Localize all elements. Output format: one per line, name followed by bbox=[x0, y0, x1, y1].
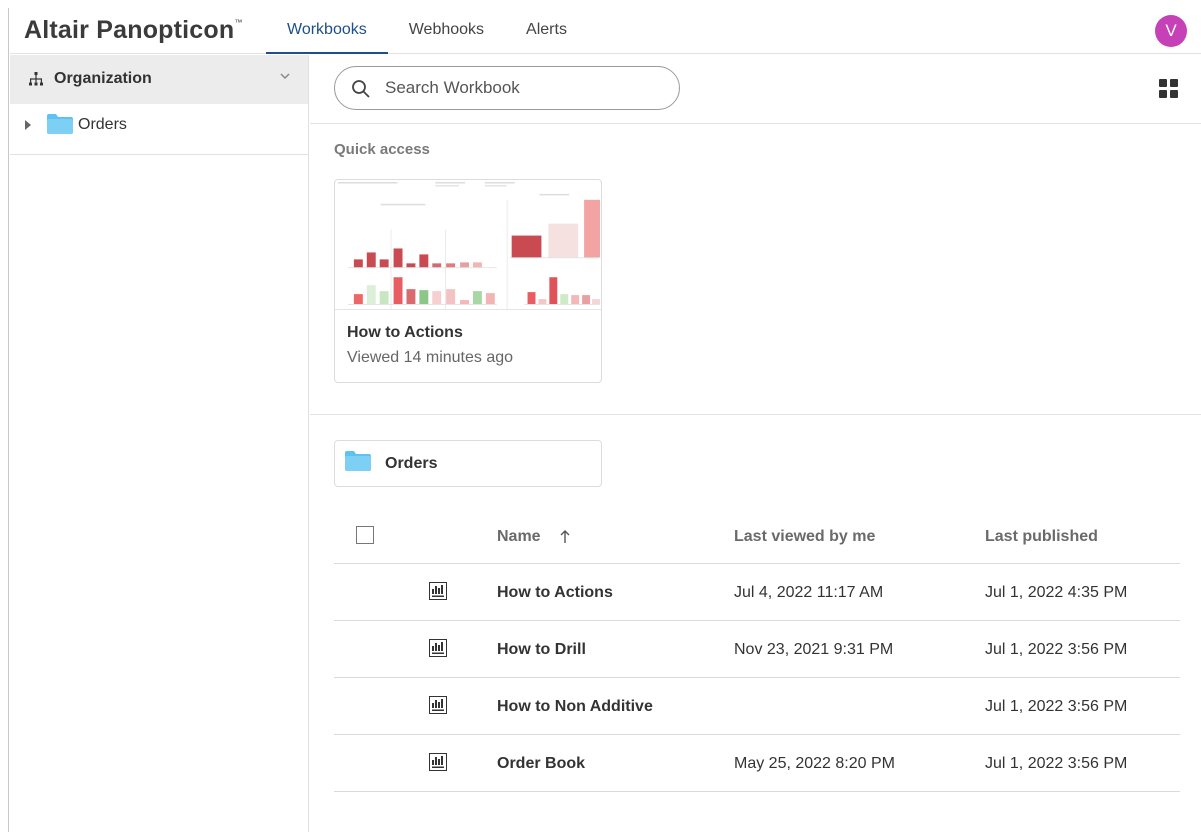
brand-name: Altair Panopticon bbox=[24, 16, 235, 44]
row-last-viewed: Nov 23, 2021 9:31 PM bbox=[734, 641, 894, 658]
row-last-published: Jul 1, 2022 3:56 PM bbox=[985, 641, 1128, 658]
tab-workbooks[interactable]: Workbooks bbox=[266, 8, 388, 54]
user-avatar[interactable]: V bbox=[1155, 15, 1187, 47]
workbook-card[interactable]: How to Actions Viewed 14 minutes ago bbox=[334, 179, 602, 383]
row-name[interactable]: How to Actions bbox=[497, 584, 613, 602]
workbook-thumbnail bbox=[335, 180, 601, 310]
row-last-viewed: May 25, 2022 8:20 PM bbox=[734, 755, 895, 772]
table-row[interactable]: How to Drill Nov 23, 2021 9:31 PM Jul 1,… bbox=[334, 621, 1180, 678]
tab-webhooks[interactable]: Webhooks bbox=[388, 8, 505, 54]
divider bbox=[310, 123, 1201, 124]
folder-tile-orders[interactable]: Orders bbox=[334, 440, 602, 487]
app-header: Altair Panopticon™ Workbooks Webhooks Al… bbox=[10, 8, 1201, 54]
row-name[interactable]: How to Non Additive bbox=[497, 698, 653, 716]
row-last-viewed: Jul 4, 2022 11:17 AM bbox=[734, 584, 884, 601]
row-last-published: Jul 1, 2022 3:56 PM bbox=[985, 755, 1128, 772]
quick-access-title: Quick access bbox=[334, 141, 430, 158]
divider bbox=[310, 414, 1201, 415]
workbook-icon bbox=[429, 582, 447, 600]
caret-right-icon[interactable] bbox=[25, 120, 31, 130]
card-subtitle: Viewed 14 minutes ago bbox=[347, 349, 514, 366]
grid-view-icon[interactable] bbox=[1159, 79, 1178, 98]
window-edge bbox=[8, 8, 9, 832]
row-last-published: Jul 1, 2022 3:56 PM bbox=[985, 698, 1128, 715]
row-last-published: Jul 1, 2022 4:35 PM bbox=[985, 584, 1128, 601]
column-header-name[interactable]: Name bbox=[497, 528, 541, 546]
sort-ascending-icon[interactable] bbox=[559, 529, 571, 545]
brand-logo[interactable]: Altair Panopticon™ bbox=[24, 16, 243, 45]
trademark-mark: ™ bbox=[234, 18, 243, 27]
chevron-down-icon[interactable] bbox=[278, 69, 292, 83]
sidebar: Organization Orders bbox=[10, 55, 309, 832]
search-input[interactable] bbox=[385, 75, 665, 101]
nav-tabs: Workbooks Webhooks Alerts bbox=[266, 8, 588, 54]
table-header: Name Last viewed by me Last published bbox=[334, 509, 1180, 564]
folder-icon bbox=[47, 114, 73, 134]
table-row[interactable]: How to Actions Jul 4, 2022 11:17 AM Jul … bbox=[334, 564, 1180, 621]
tab-alerts[interactable]: Alerts bbox=[505, 8, 588, 54]
workbook-icon bbox=[429, 639, 447, 657]
row-name[interactable]: Order Book bbox=[497, 755, 585, 773]
workbook-icon bbox=[429, 696, 447, 714]
organization-selector[interactable]: Organization bbox=[10, 55, 308, 104]
column-header-last-published[interactable]: Last published bbox=[985, 528, 1098, 546]
table-row[interactable]: Order Book May 25, 2022 8:20 PM Jul 1, 2… bbox=[334, 735, 1180, 792]
row-name[interactable]: How to Drill bbox=[497, 641, 586, 659]
folder-icon bbox=[345, 451, 371, 471]
select-all-checkbox[interactable] bbox=[356, 526, 374, 544]
tree-item-orders[interactable]: Orders bbox=[10, 104, 308, 155]
workbook-table: Name Last viewed by me Last published Ho… bbox=[334, 509, 1180, 792]
hierarchy-icon bbox=[29, 72, 43, 86]
search-box[interactable] bbox=[334, 66, 680, 110]
column-header-last-viewed[interactable]: Last viewed by me bbox=[734, 528, 875, 546]
main-content: Quick access bbox=[310, 55, 1201, 832]
folder-label: Orders bbox=[385, 455, 438, 472]
organization-label: Organization bbox=[54, 70, 152, 87]
table-row[interactable]: How to Non Additive Jul 1, 2022 3:56 PM bbox=[334, 678, 1180, 735]
tree-item-label: Orders bbox=[78, 116, 127, 133]
workbook-icon bbox=[429, 753, 447, 771]
search-icon bbox=[352, 80, 370, 98]
card-title: How to Actions bbox=[347, 324, 463, 341]
